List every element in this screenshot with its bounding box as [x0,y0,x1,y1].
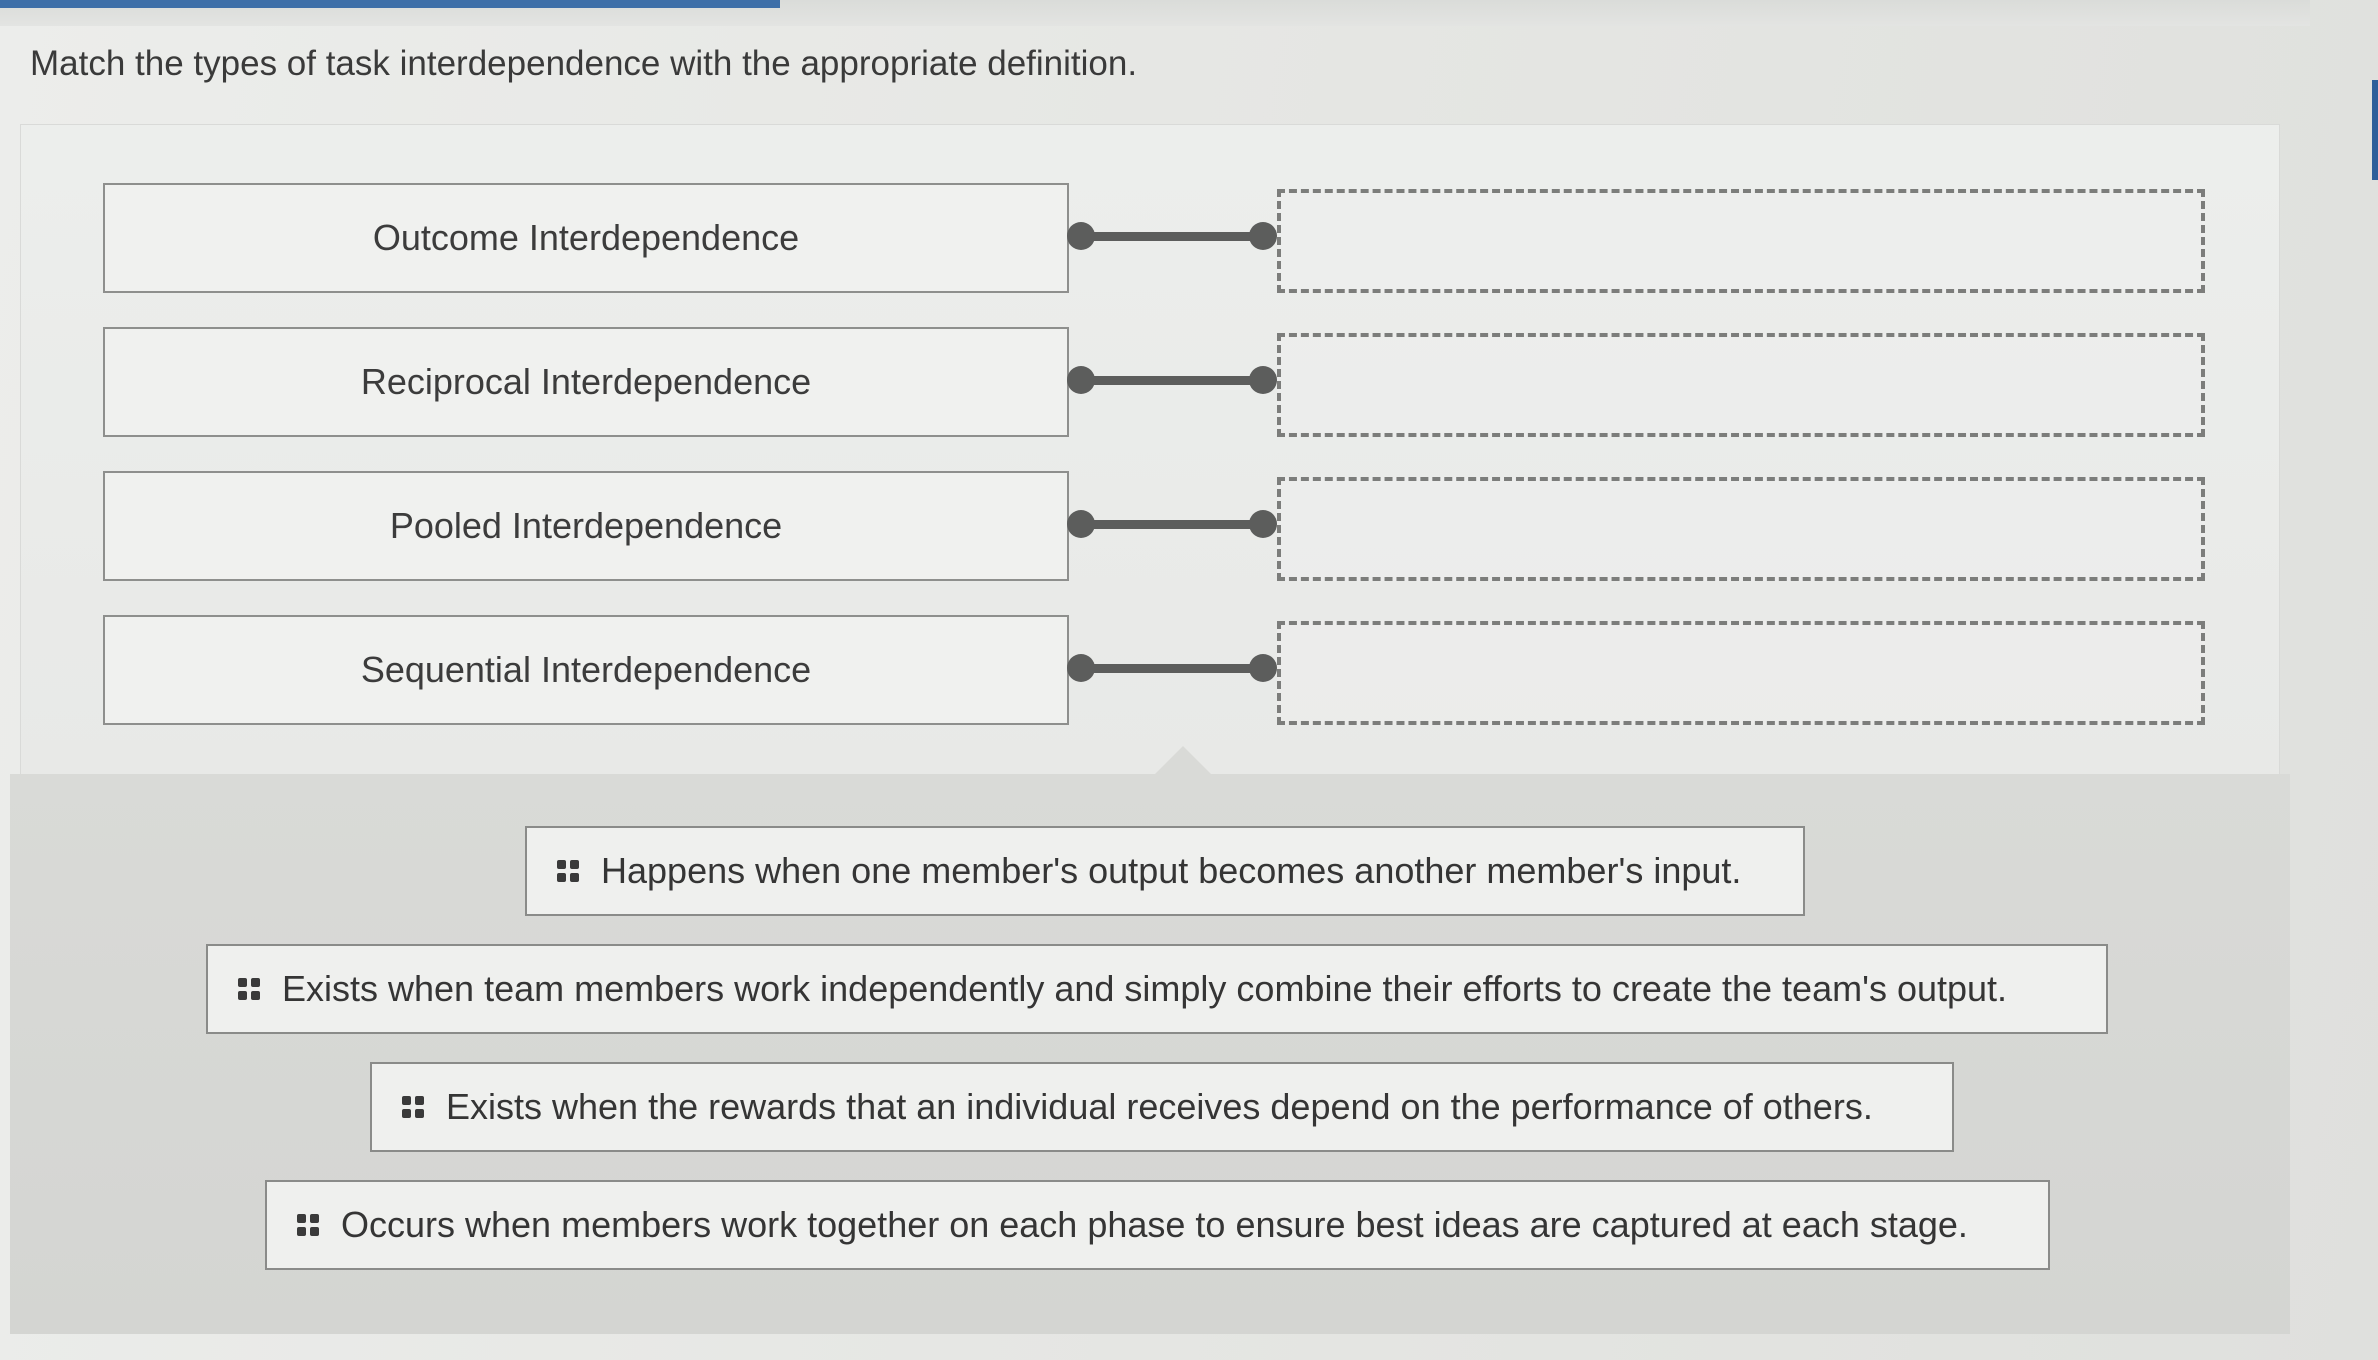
connector [1067,509,1277,539]
definition-chip-3[interactable]: Exists when the rewards that an individu… [370,1062,1954,1152]
connector [1067,221,1277,251]
term-outcome-interdependence: Outcome Interdependence [103,183,1069,293]
term-pooled-interdependence: Pooled Interdependence [103,471,1069,581]
definition-chip-1[interactable]: Happens when one member's output becomes… [525,826,1805,916]
matching-area: Outcome Interdependence Reciprocal Inter… [20,124,2280,776]
drag-handle-icon[interactable] [557,860,579,882]
term-sequential-interdependence: Sequential Interdependence [103,615,1069,725]
match-row: Sequential Interdependence [21,615,2279,725]
definition-text: Happens when one member's output becomes… [601,850,1742,891]
match-row: Pooled Interdependence [21,471,2279,581]
drag-handle-icon[interactable] [402,1096,424,1118]
connector [1067,653,1277,683]
answer-bank: Happens when one member's output becomes… [10,746,2290,1334]
drop-zone-3[interactable] [1277,477,2205,581]
definition-chip-2[interactable]: Exists when team members work independen… [206,944,2108,1034]
drag-handle-icon[interactable] [238,978,260,1000]
match-row: Outcome Interdependence [21,183,2279,293]
connector [1067,365,1277,395]
drop-zone-1[interactable] [1277,189,2205,293]
drag-handle-icon[interactable] [297,1214,319,1236]
scrollbar[interactable] [2372,80,2378,180]
definition-chip-4[interactable]: Occurs when members work together on eac… [265,1180,2050,1270]
progress-bar [0,0,2310,26]
definition-text: Exists when the rewards that an individu… [446,1086,1873,1127]
drop-zone-2[interactable] [1277,333,2205,437]
match-row: Reciprocal Interdependence [21,327,2279,437]
question-text: Match the types of task interdependence … [30,44,1138,83]
progress-fill [0,0,780,8]
drop-zone-4[interactable] [1277,621,2205,725]
definition-text: Exists when team members work independen… [282,968,2008,1009]
quiz-page: Match the types of task interdependence … [0,0,2378,1360]
term-reciprocal-interdependence: Reciprocal Interdependence [103,327,1069,437]
definition-text: Occurs when members work together on eac… [341,1204,1968,1245]
